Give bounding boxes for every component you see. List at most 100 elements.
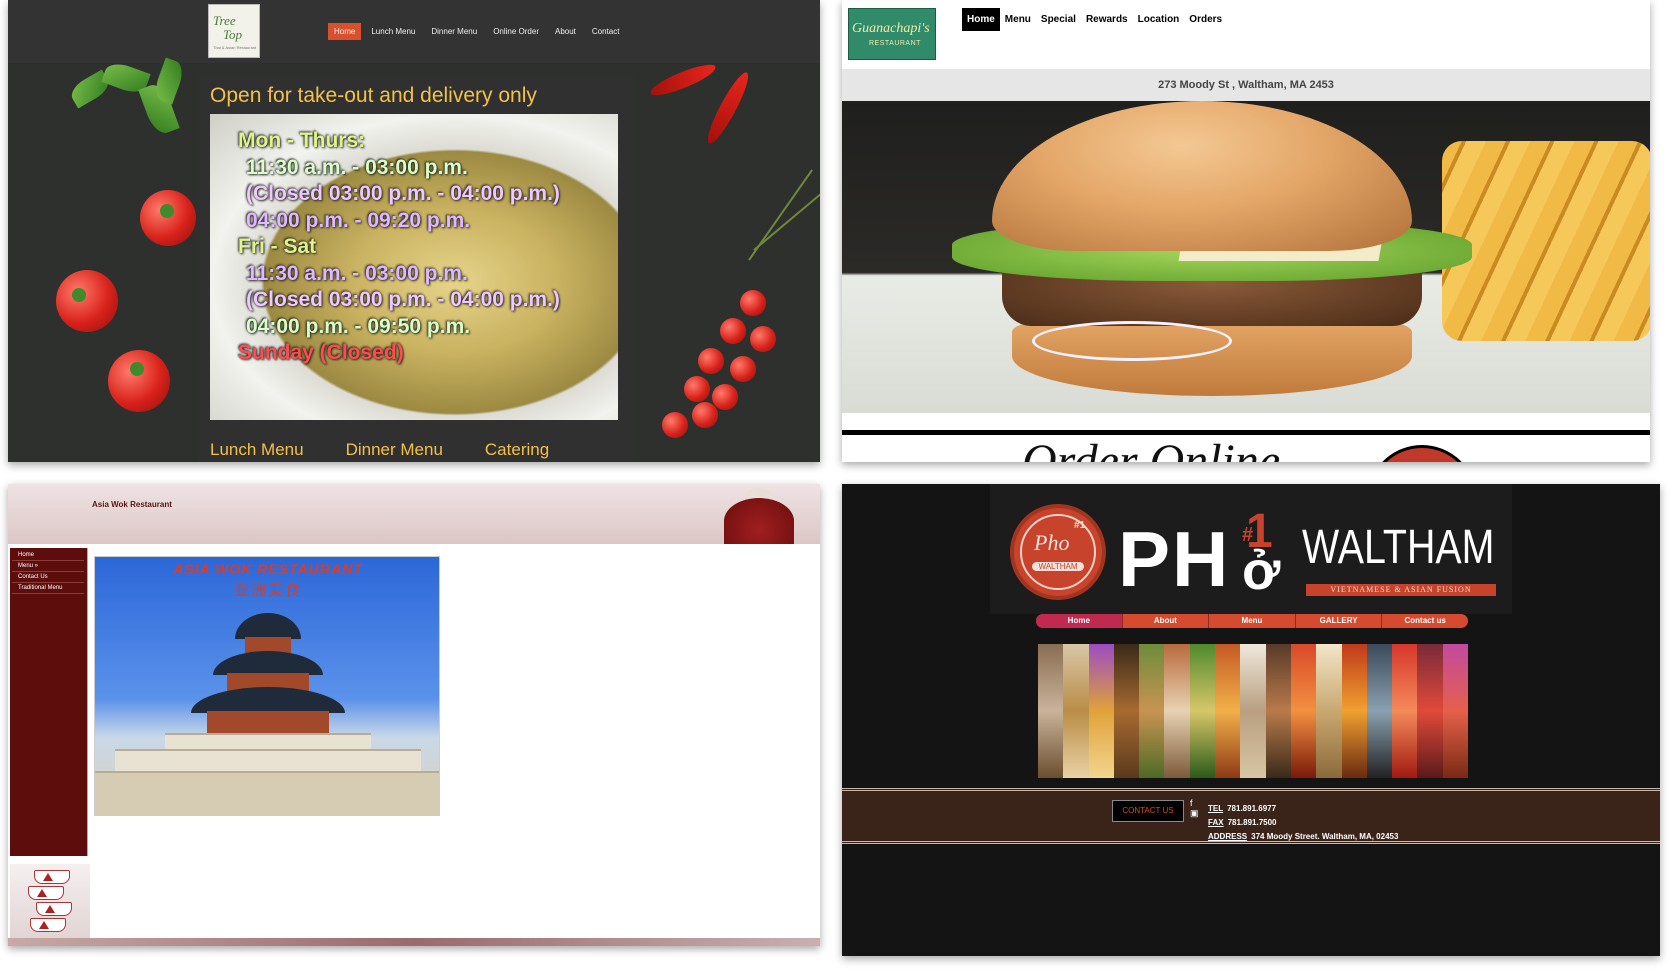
nav-menu[interactable]: Menu — [1209, 614, 1296, 628]
temple-photo: ASIA WOK RESTAURANT 亚洲美食 — [94, 556, 440, 816]
teacup-icon — [28, 886, 64, 900]
temple-wall — [207, 711, 329, 735]
nav-lunch-menu[interactable]: Lunch Menu — [365, 23, 421, 40]
thyme-sprig-icon — [753, 191, 820, 251]
gallery-slice — [1088, 644, 1114, 778]
tomato-icon — [56, 270, 118, 332]
page-headline: Open for take-out and delivery only — [210, 84, 537, 107]
gallery-slice — [1189, 644, 1216, 778]
gallery-slice — [1164, 644, 1190, 778]
fax-line: FAX 781.891.7500 — [1208, 816, 1398, 830]
nav-special[interactable]: Special — [1036, 8, 1081, 31]
nav-home[interactable]: Home — [962, 8, 1000, 31]
nav-about[interactable]: About — [549, 23, 582, 40]
sidebar-item-home[interactable]: Home — [12, 550, 84, 561]
contact-us-button[interactable]: CONTACT US — [1112, 800, 1184, 822]
nav-orders[interactable]: Orders — [1184, 8, 1227, 31]
temple-roof-middle — [213, 651, 323, 675]
temple-terrace — [165, 733, 371, 749]
nav-gallery[interactable]: GALLERY — [1296, 614, 1383, 628]
sidebar-item-contact[interactable]: Contact Us — [12, 572, 84, 583]
main-nav: Home About Menu GALLERY Contact us — [1036, 614, 1468, 628]
nav-rewards[interactable]: Rewards — [1081, 8, 1133, 31]
cherry-tomato-icon — [720, 318, 746, 344]
instagram-icon[interactable]: ▣ — [1190, 808, 1199, 818]
hours-sunday: Sunday (Closed) — [238, 341, 404, 364]
fax-label: FAX — [1208, 818, 1224, 827]
treetop-site-screenshot: Tree Top Thai & Asian Restaurant Home Lu… — [8, 0, 820, 462]
guanachapis-logo[interactable]: Guanachapi's RESTAURANT — [848, 8, 936, 60]
cherry-tomato-icon — [730, 356, 756, 382]
nav-about[interactable]: About — [1123, 614, 1210, 628]
tomato-icon — [108, 350, 170, 412]
temple-terrace — [115, 749, 421, 771]
contact-info: TEL 781.891.6977 FAX 781.891.7500 ADDRESS 3… — [1208, 802, 1398, 844]
link-dinner-menu[interactable]: Dinner Menu — [346, 440, 443, 460]
tel-label: TEL — [1208, 804, 1224, 813]
nav-home[interactable]: Home — [328, 23, 362, 40]
temple-roof-top — [235, 613, 301, 639]
hours-weekend-label: Fri - Sat — [238, 235, 317, 258]
gallery-slice — [1063, 644, 1089, 778]
nav-online-order[interactable]: Online Order — [487, 23, 545, 40]
bun-top-shape — [992, 101, 1412, 251]
treetop-logo[interactable]: Tree Top Thai & Asian Restaurant — [208, 4, 260, 58]
hours-banner-image: Mon - Thurs: 11:30 a.m. - 03:00 p.m. (Cl… — [210, 114, 618, 420]
gallery-slice — [1265, 644, 1291, 778]
onion-shape — [1032, 321, 1232, 361]
spacer — [842, 413, 1650, 430]
hours-weekday-closed: (Closed 03:00 p.m. - 04:00 p.m.) — [246, 182, 560, 205]
badge-number: #1 — [1074, 520, 1086, 531]
temple-terrace — [95, 771, 439, 815]
sidebar-item-traditional-menu[interactable]: Traditional Menu — [12, 583, 84, 594]
site-title[interactable]: Asia Wok Restaurant — [92, 500, 172, 509]
badge-city: WALTHAM — [1032, 562, 1084, 571]
hours-weekend-lunch: 11:30 a.m. - 03:00 p.m. — [246, 261, 468, 285]
hours-weekend-closed: (Closed 03:00 p.m. - 04:00 p.m.) — [246, 288, 560, 311]
brand-o-glyph: ở — [1242, 541, 1283, 601]
brand-ph: PH — [1118, 515, 1231, 603]
photo-title-en: ASIA WOK RESTAURANT — [173, 561, 363, 577]
link-lunch-menu[interactable]: Lunch Menu — [210, 440, 304, 460]
tel-value: 781.891.6977 — [1227, 804, 1277, 813]
chili-pepper-icon — [701, 69, 755, 147]
nav-home[interactable]: Home — [1036, 614, 1123, 628]
temple-roof-bottom — [191, 687, 345, 713]
nav-location[interactable]: Location — [1133, 8, 1185, 31]
food-gallery-strip[interactable] — [1038, 644, 1468, 778]
gallery-slice — [1215, 644, 1241, 778]
address-label: ADDRESS — [1208, 832, 1248, 841]
hero-burger-image — [842, 101, 1650, 413]
address-line: ADDRESS 374 Moody Street. Waltham, MA, 02… — [1208, 830, 1398, 844]
sidebar-item-menu[interactable]: Menu » — [12, 561, 84, 572]
sidebar — [10, 548, 88, 856]
gallery-slice — [1113, 644, 1140, 778]
fries-shape — [1442, 141, 1650, 341]
cherry-tomato-icon — [740, 290, 766, 316]
guanachapis-site-screenshot: Guanachapi's RESTAURANT Home Menu Specia… — [842, 0, 1650, 462]
nav-menu[interactable]: Menu — [1000, 8, 1036, 31]
fax-value: 781.891.7500 — [1227, 818, 1277, 827]
gallery-slice — [1316, 644, 1342, 778]
sidebar-menu: Home Menu » Contact Us Traditional Menu — [12, 550, 84, 594]
gallery-slice — [1341, 644, 1367, 778]
link-catering[interactable]: Catering — [485, 440, 549, 460]
hours-weekend-dinner: 04:00 p.m. - 09:50 p.m. — [246, 314, 471, 338]
opening-hours: Mon - Thurs: 11:30 a.m. - 03:00 p.m. (Cl… — [238, 128, 560, 367]
gallery-slice — [1290, 644, 1317, 778]
hours-weekday-dinner: 04:00 p.m. - 09:20 p.m. — [246, 208, 471, 232]
social-icons: f ▣ — [1190, 798, 1199, 818]
gallery-slice — [1366, 644, 1393, 778]
teacups-image — [10, 864, 90, 944]
facebook-icon[interactable]: f — [1190, 798, 1199, 808]
teapot-icon — [724, 498, 794, 544]
gallery-slice — [1417, 644, 1443, 778]
gallery-slice — [1038, 644, 1064, 778]
nav-contact[interactable]: Contact — [586, 23, 626, 40]
logo-sub: RESTAURANT — [869, 40, 921, 47]
teacup-icon — [30, 918, 66, 932]
logo-tagline: Thai & Asian Restaurant — [213, 45, 257, 50]
nav-contact[interactable]: Contact us — [1382, 614, 1468, 628]
main-nav: Home Menu Special Rewards Location Order… — [962, 8, 1227, 31]
nav-dinner-menu[interactable]: Dinner Menu — [425, 23, 483, 40]
